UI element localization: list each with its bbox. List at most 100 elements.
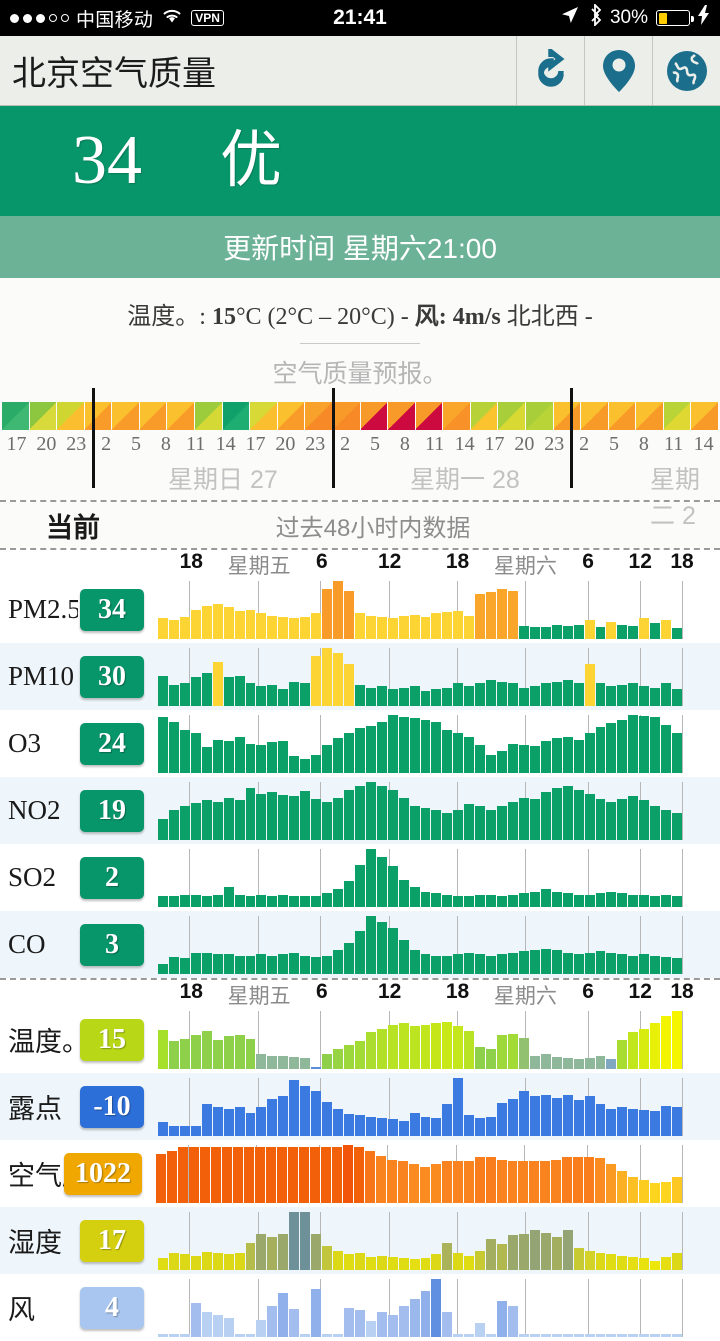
forecast-tile[interactable] <box>636 402 663 430</box>
forecast-tile[interactable] <box>250 402 277 430</box>
metric-chart[interactable] <box>158 848 683 907</box>
forecast-tile[interactable] <box>415 402 443 430</box>
metric-chart[interactable] <box>158 1211 683 1270</box>
metric-chart[interactable] <box>158 1077 683 1136</box>
forecast-tile[interactable] <box>470 402 498 430</box>
chart-bar <box>212 801 223 840</box>
forecast-tile[interactable] <box>663 402 691 430</box>
chart-bar <box>212 954 223 974</box>
signal-strength-icon <box>10 13 69 23</box>
metric-row[interactable]: PM10 30 <box>0 643 720 710</box>
metric-chart[interactable] <box>156 1144 683 1203</box>
metric-row[interactable]: PM2.5 34 <box>0 576 720 643</box>
chart-bar <box>551 891 562 907</box>
metric-row[interactable]: 风4 <box>0 1274 720 1341</box>
forecast-hour-label: 2 <box>101 433 112 455</box>
forecast-tile[interactable] <box>195 402 222 430</box>
forecast-tile[interactable] <box>2 402 29 430</box>
chart-bar <box>486 1049 497 1069</box>
chart-bar <box>158 1334 168 1337</box>
chart-bar <box>639 800 650 840</box>
chart-bar <box>464 1255 475 1270</box>
chart-bar <box>508 590 518 639</box>
metric-chart[interactable] <box>158 714 683 773</box>
chart-bar <box>595 1253 606 1270</box>
forecast-tile[interactable] <box>691 402 719 430</box>
metric-chart[interactable] <box>158 580 683 639</box>
forecast-tile[interactable] <box>553 402 581 430</box>
forecast-tiles[interactable] <box>0 402 720 430</box>
chart-bar <box>453 954 464 974</box>
chart-bar <box>595 1158 606 1203</box>
forecast-tile[interactable] <box>84 402 112 430</box>
chart-bar <box>475 954 486 974</box>
forecast-tile[interactable] <box>388 402 415 430</box>
metric-label: 露点 <box>8 1094 62 1124</box>
forecast-tile[interactable] <box>332 402 360 430</box>
chart-bar <box>212 739 223 773</box>
chart-bar <box>672 1176 683 1203</box>
metric-row[interactable]: SO2 2 <box>0 844 720 911</box>
chart-bar <box>486 591 497 639</box>
chart-bar <box>179 805 190 840</box>
metric-row[interactable]: CO 3 <box>0 911 720 978</box>
chart-bar <box>311 956 322 974</box>
metric-row[interactable]: 空气压力1022 <box>0 1140 720 1207</box>
metric-row[interactable]: NO2 19 <box>0 777 720 844</box>
chart-bar <box>529 686 540 706</box>
forecast-tile[interactable] <box>112 402 139 430</box>
temp-value: 15 <box>211 304 236 330</box>
metric-row[interactable]: 湿度 17 <box>0 1207 720 1274</box>
chart-bar <box>420 954 431 974</box>
chart-bars <box>158 781 682 840</box>
chart-bar <box>529 1334 540 1337</box>
chart-bar <box>365 1116 376 1136</box>
forecast-tile[interactable] <box>581 402 608 430</box>
forecast-tile[interactable] <box>277 402 305 430</box>
forecast-tile[interactable] <box>525 402 553 430</box>
metric-chart[interactable] <box>158 1010 683 1069</box>
metric-chart[interactable] <box>158 781 683 840</box>
chart-bar <box>188 1146 199 1203</box>
globe-button[interactable] <box>652 36 720 105</box>
chart-bar <box>486 809 497 840</box>
metric-row[interactable]: O3 24 <box>0 710 720 777</box>
location-button[interactable] <box>584 36 652 105</box>
forecast-hour-label: 20 <box>514 433 535 455</box>
chart-bar <box>431 1254 442 1270</box>
chart-bar <box>387 1024 398 1069</box>
refresh-button[interactable] <box>516 36 584 105</box>
chart-bar <box>354 684 365 706</box>
forecast-tile[interactable] <box>443 402 470 430</box>
chart-bar <box>529 746 540 773</box>
metric-row[interactable]: 温度。15 <box>0 1006 720 1073</box>
metric-label: 温度。 <box>8 1027 78 1057</box>
forecast-tile[interactable] <box>608 402 636 430</box>
chart-bar <box>639 1334 650 1337</box>
chart-bar <box>267 1236 278 1270</box>
metric-chart[interactable] <box>158 915 683 974</box>
chart-bar <box>584 793 595 840</box>
forecast-tile[interactable] <box>498 402 525 430</box>
forecast-strip: 17 20 23 2 5 8 11 14 17 20 23 2 5 8 11 14 17 20 23 2 5 8 11 14 … <box>0 388 720 530</box>
forecast-tile[interactable] <box>57 402 84 430</box>
forecast-tile[interactable] <box>29 402 57 430</box>
metric-row[interactable]: 露点 -10 <box>0 1073 720 1140</box>
metric-chart[interactable] <box>158 647 683 706</box>
forecast-tile[interactable] <box>222 402 250 430</box>
chart-bars <box>158 1010 682 1069</box>
forecast-tile[interactable] <box>360 402 388 430</box>
forecast-tile[interactable] <box>305 402 332 430</box>
chart-bar <box>354 1309 365 1337</box>
chart-bar <box>256 1054 267 1069</box>
chart-bar <box>234 675 245 706</box>
chart-bar <box>398 940 409 974</box>
chart-bar <box>573 624 584 639</box>
metric-chart[interactable] <box>158 1278 683 1337</box>
chart-bar <box>387 789 398 840</box>
chart-bar <box>278 689 289 706</box>
forecast-tile[interactable] <box>167 402 195 430</box>
chart-bar <box>387 689 398 706</box>
forecast-tile[interactable] <box>139 402 167 430</box>
chart-bar <box>278 617 289 639</box>
